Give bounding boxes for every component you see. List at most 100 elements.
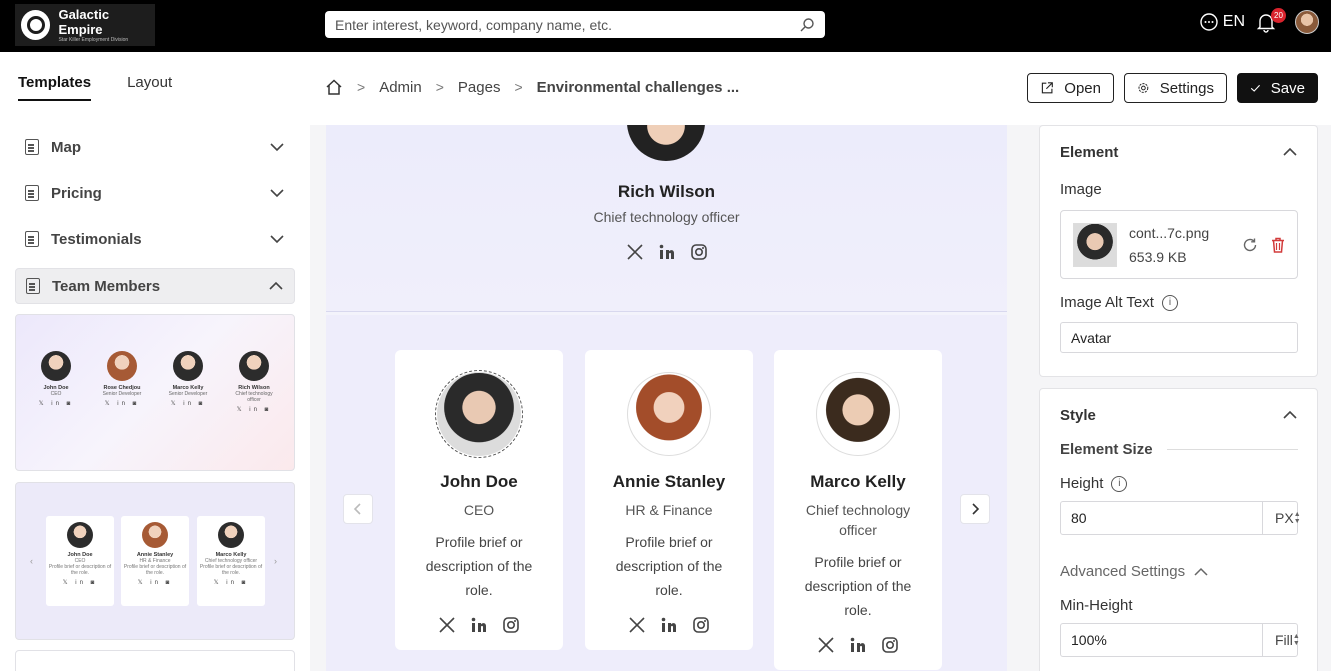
featured-member-name: Rich Wilson bbox=[617, 182, 716, 201]
info-icon[interactable]: i bbox=[1161, 294, 1178, 311]
min-height-unit-select[interactable]: Fill ▲ ▼ bbox=[1262, 624, 1310, 656]
member-role: Chief technology officer bbox=[805, 502, 911, 538]
search-icon[interactable] bbox=[799, 17, 815, 33]
element-section-title: Element bbox=[1060, 144, 1119, 161]
chevron-up-icon bbox=[269, 281, 283, 290]
instagram-icon[interactable] bbox=[690, 243, 708, 261]
thumb-card: Annie Stanley HR & Finance Profile brief… bbox=[121, 516, 189, 606]
carousel-prev-button[interactable] bbox=[343, 494, 373, 524]
linkedin-icon[interactable] bbox=[470, 616, 488, 634]
min-height-field[interactable]: Fill ▲▼ bbox=[1060, 623, 1300, 657]
breadcrumb-admin[interactable]: Admin bbox=[379, 79, 422, 96]
image-preview bbox=[1073, 223, 1117, 267]
member-photo[interactable] bbox=[816, 372, 900, 456]
team-member-card[interactable]: John Doe CEO Profile brief or descriptio… bbox=[395, 350, 563, 650]
height-unit-value: PX bbox=[1275, 510, 1294, 526]
breadcrumb-current: Environmental challenges ... bbox=[536, 78, 740, 96]
height-unit-select[interactable]: PX ▲ ▼ bbox=[1262, 502, 1311, 534]
linkedin-icon[interactable] bbox=[658, 243, 676, 261]
instagram-icon[interactable] bbox=[502, 616, 520, 634]
team-template-thumbnail-grid[interactable]: John Doe CEO 𝕏 in ◙ Rose Chedjou Senior … bbox=[15, 314, 295, 471]
team-template-thumbnail-more[interactable] bbox=[15, 650, 295, 671]
member-description: Profile brief or description of the role… bbox=[425, 534, 533, 598]
breadcrumb: > Admin > Pages > Environmental challeng… bbox=[325, 78, 739, 96]
save-button[interactable]: Save bbox=[1237, 73, 1318, 103]
template-file-icon bbox=[25, 185, 39, 201]
member-photo-selected[interactable] bbox=[435, 370, 523, 458]
min-height-input[interactable] bbox=[1061, 624, 1262, 656]
element-settings-box: Element Image cont...7c.png 653.9 KB Ima… bbox=[1039, 125, 1318, 377]
chevron-right-icon: > bbox=[435, 79, 444, 95]
search-input[interactable] bbox=[335, 16, 799, 33]
height-field[interactable]: PX ▲▼ bbox=[1060, 501, 1301, 535]
instagram-icon[interactable] bbox=[692, 616, 710, 634]
settings-label: Settings bbox=[1159, 79, 1214, 97]
thumb-prev-arrow: ‹ bbox=[30, 556, 33, 566]
replace-refresh-icon[interactable] bbox=[1241, 236, 1259, 254]
carousel-next-button[interactable] bbox=[960, 494, 990, 524]
alt-text-input[interactable] bbox=[1060, 322, 1298, 353]
member-name: Annie Stanley bbox=[612, 472, 726, 491]
brand-logo[interactable]: Galactic Empire Star Killer Employment D… bbox=[15, 4, 155, 46]
properties-panel: Element Image cont...7c.png 653.9 KB Ima… bbox=[1031, 125, 1331, 671]
info-icon[interactable]: i bbox=[1111, 475, 1128, 492]
featured-member-section[interactable]: Rich Wilson Chief technology officer bbox=[326, 125, 1007, 312]
section-map[interactable]: Map bbox=[15, 129, 295, 165]
section-team-members[interactable]: Team Members bbox=[15, 268, 295, 304]
chevron-up-icon[interactable] bbox=[1281, 406, 1299, 424]
user-avatar[interactable] bbox=[1295, 10, 1319, 34]
search-bar[interactable] bbox=[325, 11, 825, 38]
image-label: Image bbox=[1060, 181, 1102, 198]
trash-icon[interactable] bbox=[1269, 236, 1287, 254]
style-section-title: Style bbox=[1060, 407, 1096, 424]
height-input[interactable] bbox=[1061, 502, 1262, 534]
chevron-left-icon bbox=[353, 503, 361, 515]
section-label: Testimonials bbox=[51, 230, 142, 248]
section-label: Team Members bbox=[52, 277, 161, 295]
member-photo[interactable] bbox=[627, 372, 711, 456]
advanced-settings-label: Advanced Settings bbox=[1060, 563, 1186, 580]
external-link-icon bbox=[1041, 82, 1053, 94]
language-switcher[interactable]: EN bbox=[1199, 12, 1245, 32]
x-twitter-icon[interactable] bbox=[628, 616, 646, 634]
featured-member-role: Chief technology officer bbox=[593, 209, 740, 225]
chevron-right-icon: > bbox=[514, 79, 523, 95]
notifications-button[interactable]: 20 bbox=[1255, 8, 1286, 33]
team-template-thumbnail-carousel[interactable]: ‹ John Doe CEO Profile brief or descript… bbox=[15, 482, 295, 640]
section-pricing[interactable]: Pricing bbox=[15, 175, 295, 211]
member-role: CEO bbox=[463, 502, 495, 518]
up-down-arrows-icon: ▲ ▼ bbox=[1293, 511, 1301, 525]
chat-globe-icon bbox=[1200, 13, 1218, 31]
chevron-up-icon bbox=[1194, 567, 1208, 576]
x-twitter-icon[interactable] bbox=[626, 243, 644, 261]
tab-templates[interactable]: Templates bbox=[18, 74, 92, 101]
template-file-icon bbox=[25, 231, 39, 247]
member-name: John Doe bbox=[440, 472, 518, 491]
image-upload-box[interactable]: cont...7c.png 653.9 KB bbox=[1060, 210, 1298, 279]
empire-emblem-icon bbox=[21, 10, 51, 40]
breadcrumb-pages[interactable]: Pages bbox=[458, 79, 501, 96]
brand-name: Galactic Empire bbox=[58, 7, 110, 37]
instagram-icon[interactable] bbox=[881, 636, 899, 654]
linkedin-icon[interactable] bbox=[660, 616, 678, 634]
member-name: Marco Kelly bbox=[810, 472, 906, 491]
alt-text-label-text: Image Alt Text bbox=[1060, 294, 1154, 311]
linkedin-icon[interactable] bbox=[849, 636, 867, 654]
advanced-settings-toggle[interactable]: Advanced Settings bbox=[1060, 563, 1209, 580]
chevron-up-icon[interactable] bbox=[1281, 143, 1299, 161]
open-button[interactable]: Open bbox=[1027, 73, 1114, 103]
x-twitter-icon[interactable] bbox=[438, 616, 456, 634]
thumb-member: Marco Kelly Senior Developer 𝕏 in ◙ bbox=[162, 351, 214, 407]
tab-layout[interactable]: Layout bbox=[127, 74, 172, 101]
featured-member-photo[interactable] bbox=[627, 125, 705, 161]
page-canvas: Rich Wilson Chief technology officer Joh… bbox=[326, 125, 1007, 671]
home-icon[interactable] bbox=[325, 78, 343, 96]
gear-icon bbox=[1138, 83, 1149, 93]
section-testimonials[interactable]: Testimonials bbox=[15, 221, 295, 257]
team-member-card[interactable]: Marco Kelly Chief technology officer Pro… bbox=[774, 350, 942, 670]
min-height-label: Min-Height bbox=[1060, 597, 1133, 614]
settings-button[interactable]: Settings bbox=[1124, 73, 1227, 103]
chevron-down-icon bbox=[270, 143, 284, 152]
x-twitter-icon[interactable] bbox=[817, 636, 835, 654]
team-member-card[interactable]: Annie Stanley HR & Finance Profile brief… bbox=[585, 350, 753, 650]
